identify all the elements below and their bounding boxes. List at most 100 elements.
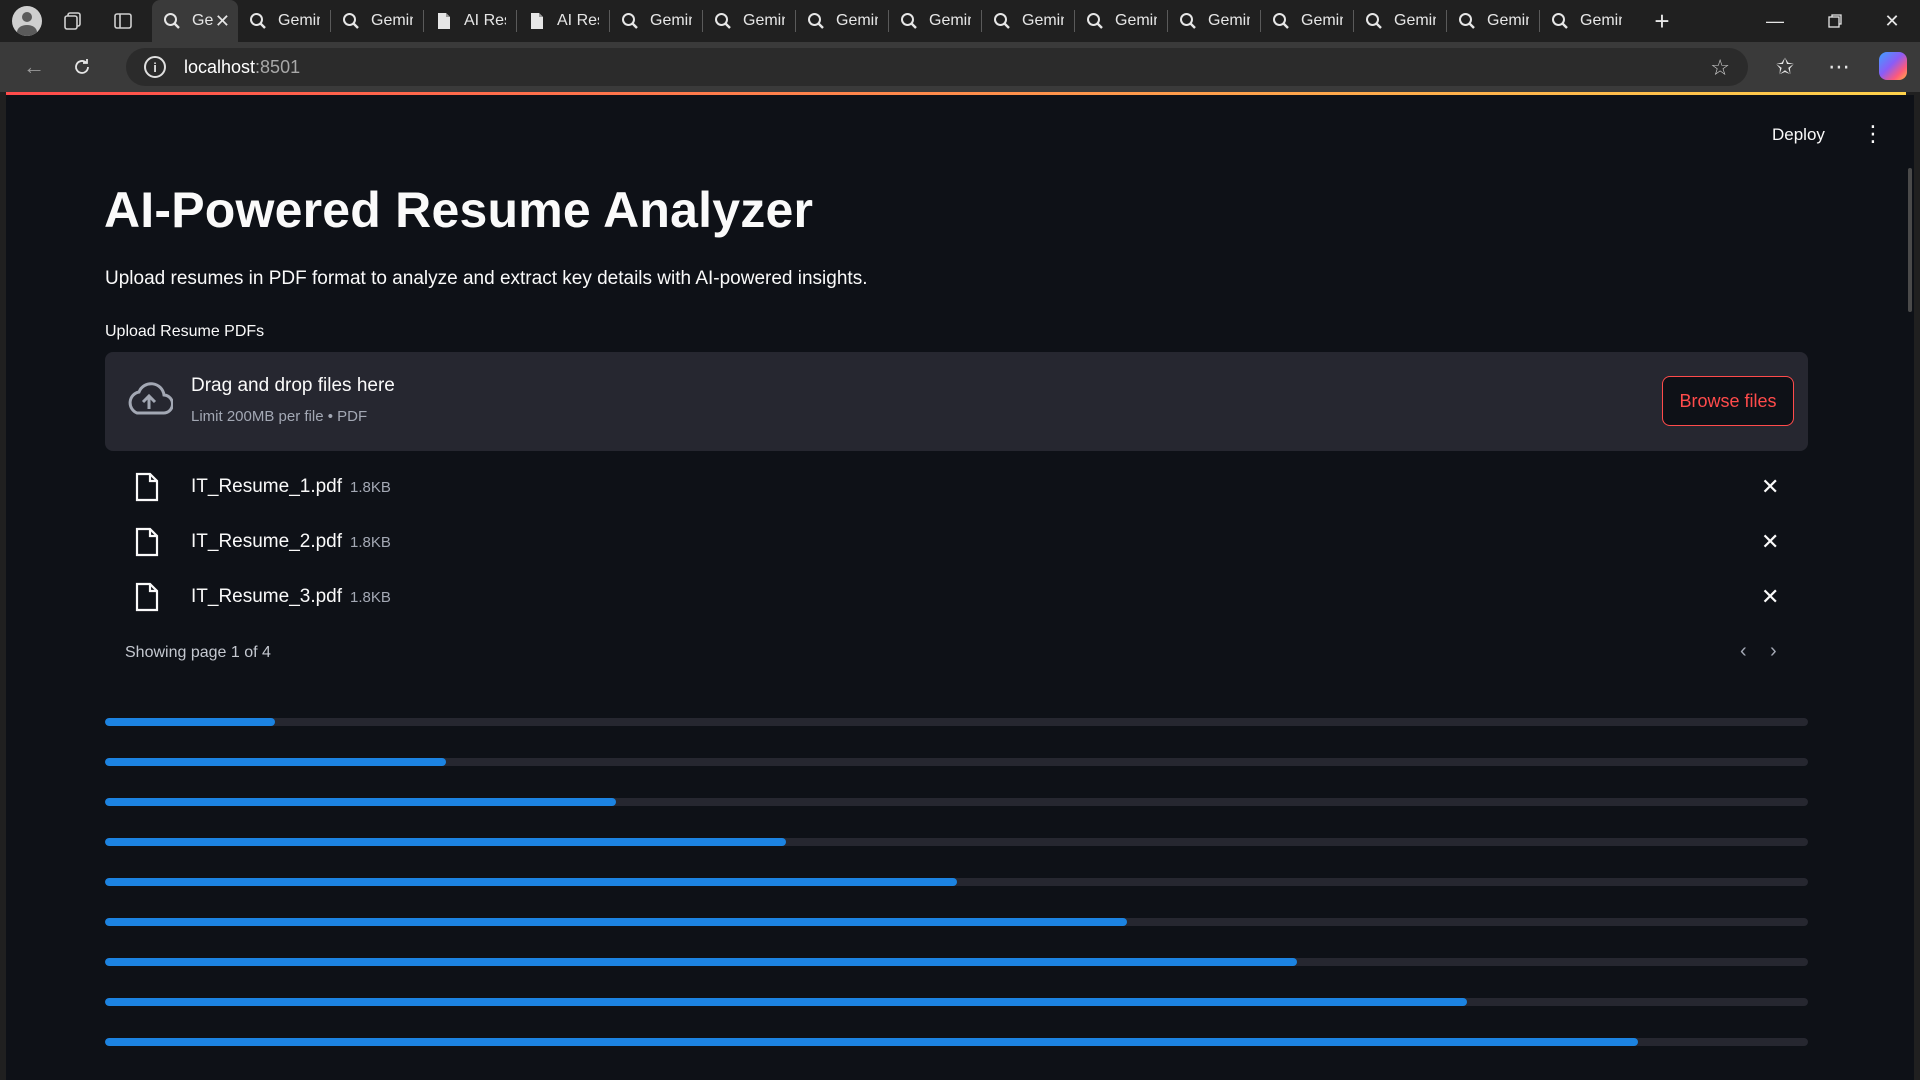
browser-tab[interactable]: Gemini <box>1354 0 1446 42</box>
url-port: :8501 <box>255 56 301 77</box>
file-icon <box>135 527 159 557</box>
workspaces-icon[interactable] <box>54 4 92 38</box>
vertical-tabs-icon[interactable] <box>104 4 142 38</box>
browser-tab[interactable]: Gemini <box>1168 0 1260 42</box>
search-icon <box>1364 11 1384 31</box>
remove-file-icon[interactable]: ✕ <box>1761 529 1779 555</box>
tab-title: Gemini <box>1301 12 1343 29</box>
profile-avatar[interactable] <box>12 6 42 36</box>
tab-title: Gemini <box>929 12 971 29</box>
more-options-icon[interactable]: ⋯ <box>1816 42 1862 92</box>
browser-tab-bar: Ge✕GeminiGeminiAI ResuAI ResuGeminiGemin… <box>0 0 1920 42</box>
tab-title: Gemini <box>1394 12 1436 29</box>
search-icon <box>1085 11 1105 31</box>
browser-tab[interactable]: Gemini <box>331 0 423 42</box>
browser-tab[interactable]: Gemini <box>1261 0 1353 42</box>
search-icon <box>341 11 361 31</box>
page-title: AI-Powered Resume Analyzer <box>104 182 814 238</box>
tab-title: Gemini <box>1487 12 1529 29</box>
progress-bar <box>105 758 1808 766</box>
search-icon <box>992 11 1012 31</box>
tab-title: Gemini <box>1208 12 1250 29</box>
browser-tab[interactable]: Gemini <box>610 0 702 42</box>
deploy-button[interactable]: Deploy <box>1772 125 1825 145</box>
remove-file-icon[interactable]: ✕ <box>1761 474 1779 500</box>
tab-title: Gemini <box>371 12 413 29</box>
pagination-status: Showing page 1 of 4 <box>125 644 271 661</box>
progress-fill <box>105 998 1468 1006</box>
tab-title: Ge <box>192 12 214 29</box>
search-icon <box>1271 11 1291 31</box>
close-window-icon[interactable]: ✕ <box>1862 0 1920 42</box>
search-icon <box>806 11 826 31</box>
file-size: 1.8KB <box>350 589 391 606</box>
progress-bar <box>105 878 1808 886</box>
back-arrow-icon[interactable]: ← <box>14 47 54 87</box>
scrollbar[interactable] <box>1908 168 1912 312</box>
reload-icon[interactable] <box>62 47 102 87</box>
browser-tab[interactable]: Gemini <box>982 0 1074 42</box>
browser-tab[interactable]: Gemini <box>1075 0 1167 42</box>
tab-title: AI Resu <box>557 12 599 29</box>
page-description: Upload resumes in PDF format to analyze … <box>105 268 868 289</box>
progress-bar <box>105 958 1808 966</box>
tab-title: Gemini <box>743 12 785 29</box>
progress-fill <box>105 958 1298 966</box>
progress-bar <box>105 998 1808 1006</box>
app-viewport: Deploy ⋮ AI-Powered Resume Analyzer Uplo… <box>6 95 1914 1080</box>
file-size: 1.8KB <box>350 479 391 496</box>
browser-tab[interactable]: Ge ✕ <box>152 0 238 42</box>
browser-tab[interactable]: Gemini <box>703 0 795 42</box>
document-icon <box>434 11 454 31</box>
search-icon <box>1178 11 1198 31</box>
browser-tab[interactable]: Gemini <box>1540 0 1632 42</box>
chevron-left-icon[interactable]: ‹ <box>1740 640 1747 663</box>
browser-tab[interactable]: Gemini <box>889 0 981 42</box>
chevron-right-icon[interactable]: › <box>1770 640 1777 663</box>
browser-tab[interactable]: Gemini <box>796 0 888 42</box>
file-name-text: IT_Resume_2.pdf <box>191 531 343 552</box>
info-icon[interactable]: i <box>144 56 166 78</box>
search-icon <box>1457 11 1477 31</box>
progress-bar <box>105 1038 1808 1046</box>
file-dropzone[interactable]: Drag and drop files here Limit 200MB per… <box>105 352 1808 451</box>
tab-title: Gemini <box>836 12 878 29</box>
document-icon <box>527 11 547 31</box>
favorites-icon[interactable]: ✩ <box>1762 42 1808 92</box>
file-icon <box>135 582 159 612</box>
file-size: 1.8KB <box>350 534 391 551</box>
tab-title: Gemini <box>278 12 320 29</box>
tab-title: Gemini <box>1580 12 1622 29</box>
file-name-text: IT_Resume_3.pdf <box>191 586 343 607</box>
file-name: IT_Resume_3.pdf 1.8KB <box>191 586 391 608</box>
restore-icon[interactable] <box>1805 0 1865 42</box>
file-name-text: IT_Resume_1.pdf <box>191 476 343 497</box>
file-icon <box>135 472 159 502</box>
tab-title: AI Resu <box>464 12 506 29</box>
url-field[interactable]: i localhost:8501 ☆ <box>126 48 1748 86</box>
progress-bar <box>105 838 1808 846</box>
browser-tab[interactable]: AI Resu <box>424 0 516 42</box>
search-icon <box>713 11 733 31</box>
dropzone-limit: Limit 200MB per file • PDF <box>191 408 368 425</box>
close-tab-icon[interactable]: ✕ <box>215 11 230 32</box>
progress-fill <box>105 718 276 726</box>
search-icon <box>162 11 182 31</box>
copilot-icon[interactable] <box>1879 52 1907 80</box>
search-icon <box>1550 11 1570 31</box>
new-tab-button[interactable]: + <box>1640 0 1684 42</box>
tab-title: Gemini <box>1115 12 1157 29</box>
progress-fill <box>105 1038 1638 1046</box>
browser-tab[interactable]: Gemini <box>1447 0 1539 42</box>
url-host: localhost <box>184 56 256 77</box>
minimize-icon[interactable]: — <box>1745 0 1805 42</box>
search-icon <box>899 11 919 31</box>
browser-tab[interactable]: AI Resu <box>517 0 609 42</box>
browser-address-bar: ← i localhost:8501 ☆ ✩ ⋯ <box>0 42 1920 92</box>
browser-tab[interactable]: Gemini <box>238 0 330 42</box>
main-menu-icon[interactable]: ⋮ <box>1862 123 1884 145</box>
remove-file-icon[interactable]: ✕ <box>1761 584 1779 610</box>
favorite-star-icon[interactable]: ☆ <box>1710 55 1730 81</box>
file-name: IT_Resume_2.pdf 1.8KB <box>191 531 391 553</box>
browse-files-button[interactable]: Browse files <box>1662 376 1794 426</box>
